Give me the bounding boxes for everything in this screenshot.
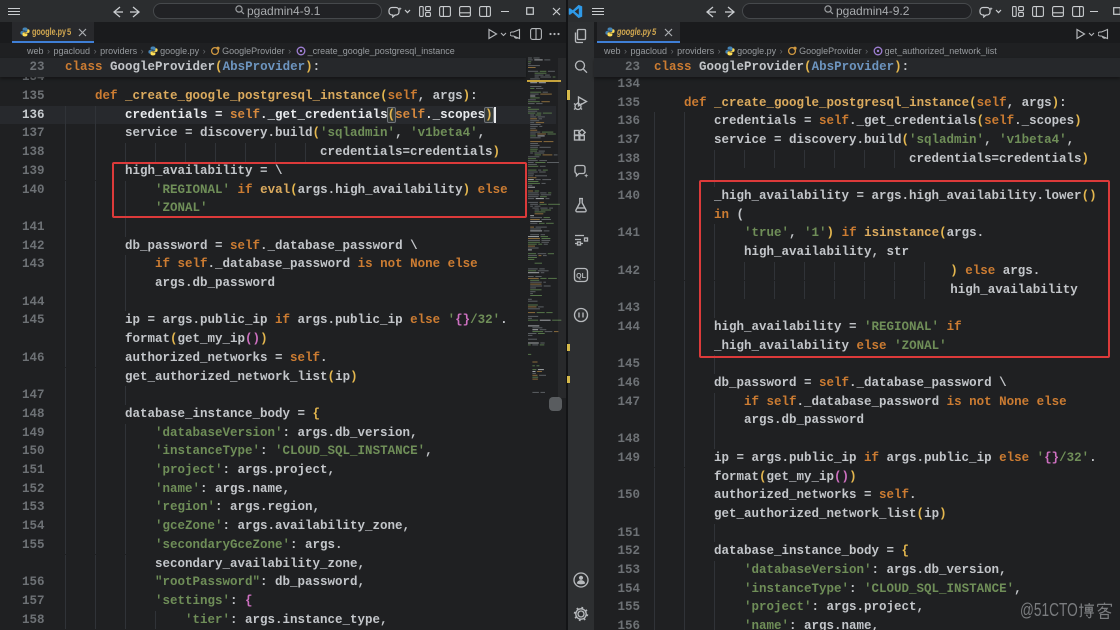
svg-text:QL: QL: [576, 273, 586, 280]
